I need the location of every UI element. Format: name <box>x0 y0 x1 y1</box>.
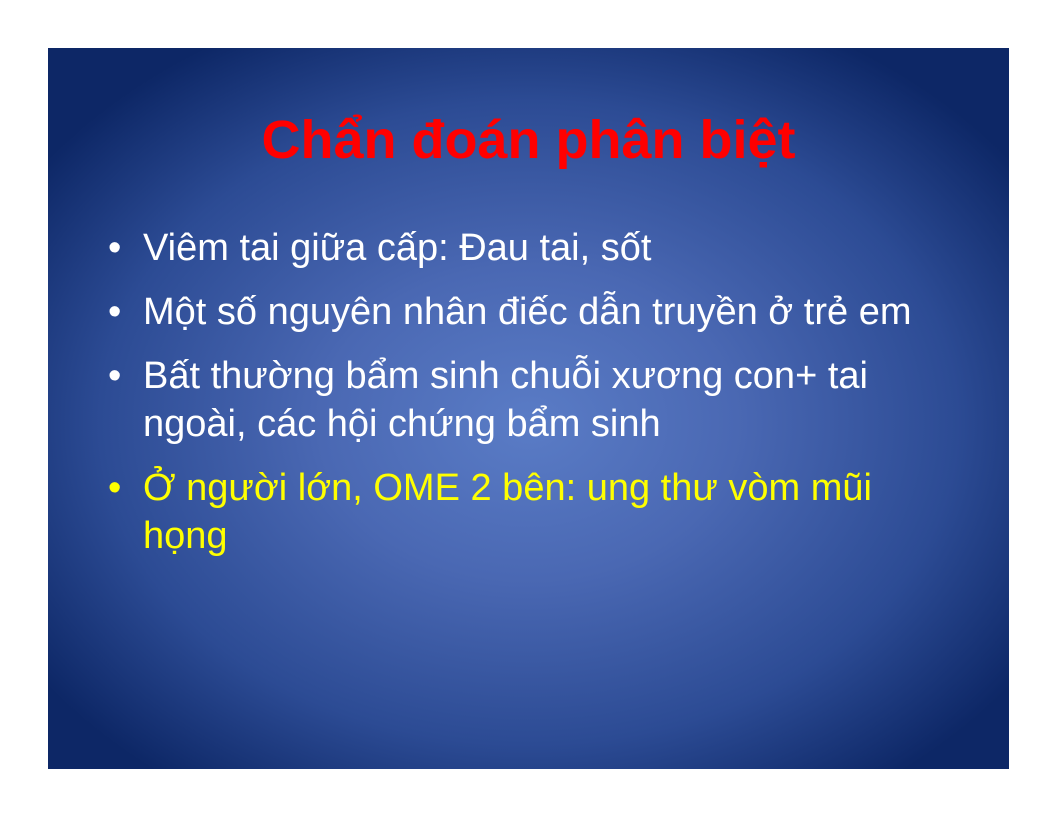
bullet-dot: • <box>108 355 122 397</box>
slide: Chẩn đoán phân biệt • Viêm tai giữa cấp:… <box>48 48 1009 769</box>
bullet-dot: • <box>108 291 122 333</box>
bullet-text: Ở người lớn, OME 2 bên: ung thư vòm mũi … <box>143 467 872 557</box>
bullet-text: Một số nguyên nhân điếc dẫn truyền ở trẻ… <box>143 291 912 333</box>
bullet-item-highlighted: • Ở người lớn, OME 2 bên: ung thư vòm mũ… <box>108 464 938 560</box>
bullet-text: Viêm tai giữa cấp: Đau tai, sốt <box>143 227 652 269</box>
bullet-item: • Một số nguyên nhân điếc dẫn truyền ở t… <box>108 288 938 336</box>
bullet-item: • Bất thường bẩm sinh chuỗi xương con+ t… <box>108 352 938 448</box>
bullet-item: • Viêm tai giữa cấp: Đau tai, sốt <box>108 224 938 272</box>
bullet-text: Bất thường bẩm sinh chuỗi xương con+ tai… <box>143 355 868 445</box>
bullet-list: • Viêm tai giữa cấp: Đau tai, sốt • Một … <box>108 224 938 576</box>
bullet-dot: • <box>108 227 122 269</box>
slide-title: Chẩn đoán phân biệt <box>261 110 796 170</box>
bullet-dot: • <box>108 467 122 509</box>
